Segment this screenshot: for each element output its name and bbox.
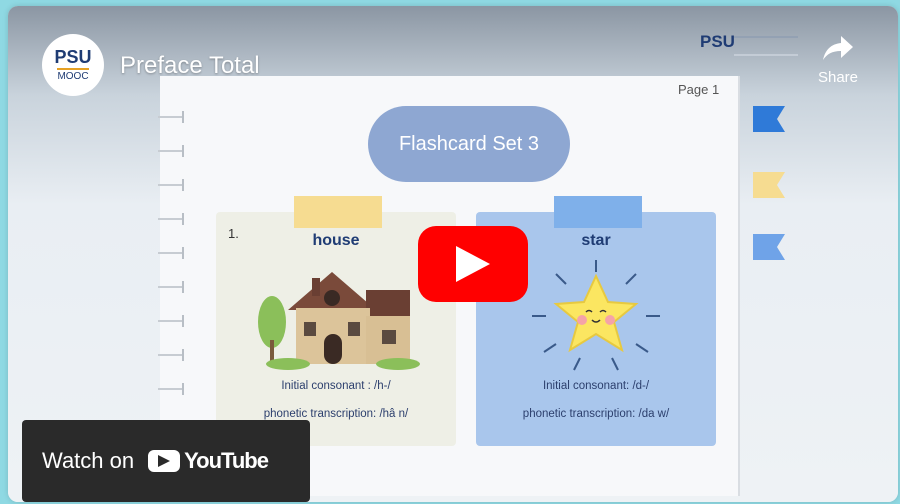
tape-decoration — [294, 196, 382, 228]
card-caption-phonetic: phonetic transcription: /hâ n/ — [263, 408, 409, 420]
share-button[interactable]: Share — [806, 36, 870, 86]
youtube-mini-play-icon — [148, 450, 181, 472]
video-title[interactable]: Preface Total — [120, 52, 260, 80]
youtube-play-button[interactable] — [418, 226, 528, 302]
play-icon — [456, 246, 490, 282]
watch-on-youtube-button[interactable]: Watch on YouTube — [22, 420, 310, 502]
corner-logo-lines — [734, 36, 798, 56]
house-illustration — [258, 272, 420, 370]
video-embed[interactable]: Page 1 Flashcard Set 3 1. house Initial … — [8, 6, 898, 502]
channel-logo-subtext: MOOC — [57, 68, 89, 82]
star-illustration — [532, 260, 660, 371]
tape-decoration — [554, 196, 642, 228]
flag-icon — [753, 106, 785, 132]
ruler-decoration — [158, 111, 188, 416]
flag-icon — [753, 172, 785, 198]
share-arrow-icon — [823, 36, 853, 60]
channel-logo-text: PSU — [54, 47, 92, 67]
corner-logo: PSU — [700, 32, 735, 51]
flashcard-title: Flashcard Set 3 — [368, 106, 570, 182]
card-caption-phonetic: phonetic transcription: /da w/ — [522, 408, 670, 420]
card-caption-consonant: Initial consonant: /d-/ — [542, 380, 650, 392]
share-label: Share — [817, 69, 859, 86]
page-label: Page 1 — [678, 82, 720, 97]
youtube-logo: YouTube — [148, 448, 269, 474]
youtube-wordmark: YouTube — [184, 448, 269, 473]
watch-on-label: Watch on — [42, 448, 135, 473]
card-caption-consonant: Initial consonant : /h-/ — [281, 380, 391, 392]
channel-avatar[interactable]: PSU MOOC — [42, 34, 104, 96]
flag-icon — [753, 234, 785, 260]
